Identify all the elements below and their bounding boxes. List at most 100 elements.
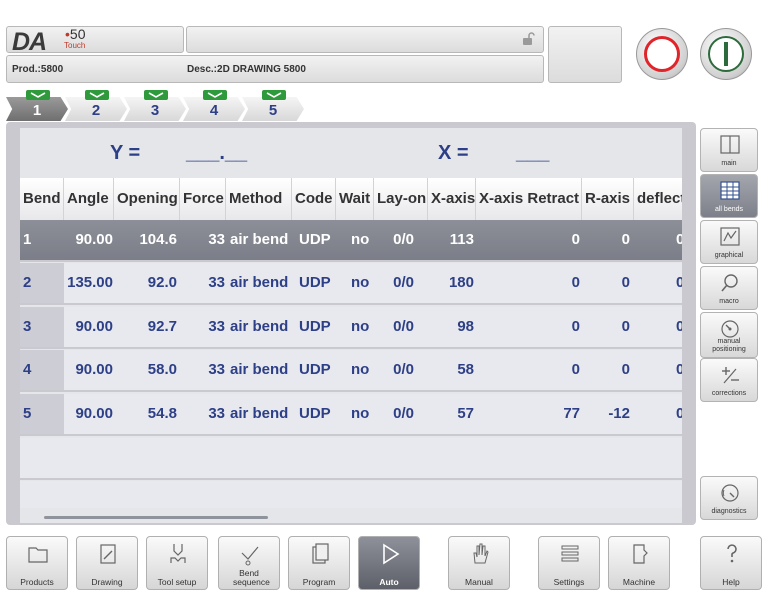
bottom-nav-products[interactable]: Products bbox=[6, 536, 68, 590]
cell-wait: no bbox=[351, 274, 370, 291]
bend-shape-icon bbox=[26, 90, 50, 100]
bottom-nav-help[interactable]: Help bbox=[700, 536, 762, 590]
x-axis-value: ___ bbox=[516, 142, 550, 164]
cell-bend: 5 bbox=[23, 405, 32, 422]
side-nav-all-bends[interactable]: all bends bbox=[700, 174, 758, 218]
play-icon bbox=[378, 541, 402, 567]
machine-icon bbox=[628, 541, 652, 567]
pencil-icon bbox=[96, 541, 120, 567]
table-row[interactable]: 1 90.00 104.6 33 air bend UDP no 0/0 113 0 0 0 bbox=[20, 220, 682, 262]
column-header: R-axis bbox=[582, 178, 634, 220]
bend-tab-number: 5 bbox=[268, 102, 278, 119]
side-nav-label: macro bbox=[719, 298, 739, 305]
bend-tab-3[interactable]: 3 bbox=[124, 90, 186, 121]
bottom-nav-program[interactable]: Program bbox=[288, 536, 350, 590]
product-number: Prod.:5800 bbox=[12, 64, 64, 75]
side-nav-macro[interactable]: macro bbox=[700, 266, 758, 310]
unlock-icon[interactable] bbox=[521, 32, 535, 46]
side-nav-main[interactable]: main bbox=[700, 128, 758, 172]
cell-code: UDP bbox=[299, 405, 331, 422]
column-header: X-axis bbox=[428, 178, 476, 220]
cell-x-axis: 57 bbox=[457, 405, 474, 422]
cell-opening: 54.8 bbox=[147, 405, 177, 422]
bottom-nav-label: Settings bbox=[553, 577, 585, 587]
side-nav-label: corrections bbox=[711, 390, 747, 397]
cell-deflect: 0 bbox=[676, 231, 682, 248]
side-nav-diagnostics[interactable]: diagnostics bbox=[700, 476, 758, 520]
bottom-nav-label: Products bbox=[20, 577, 54, 587]
cell-bend: 2 bbox=[23, 274, 32, 291]
bend-tab-number: 3 bbox=[150, 102, 160, 119]
message-bar bbox=[186, 26, 544, 53]
bottom-nav-manual[interactable]: Manual bbox=[448, 536, 510, 590]
side-nav-graphical[interactable]: graphical bbox=[700, 220, 758, 264]
bottom-nav-bend-sequence[interactable]: Bend sequence bbox=[218, 536, 280, 590]
cell-lay-on: 0/0 bbox=[393, 274, 414, 291]
graphical-icon bbox=[718, 225, 742, 249]
cell-method: air bend bbox=[230, 274, 289, 291]
table-row[interactable]: 4 90.00 58.0 33 air bend UDP no 0/0 58 0 0 0 bbox=[20, 350, 682, 392]
folder-icon bbox=[26, 541, 50, 567]
cell-force: 33 bbox=[208, 274, 225, 291]
product-description: Desc.:2D DRAWING 5800 bbox=[187, 64, 306, 75]
table-row[interactable]: 3 90.00 92.7 33 air bend UDP no 0/0 98 0 0 0 bbox=[20, 307, 682, 349]
cell-r-axis: 0 bbox=[621, 361, 630, 378]
stop-icon bbox=[644, 36, 680, 72]
column-header: Angle bbox=[64, 178, 114, 220]
pages-icon bbox=[308, 541, 332, 567]
side-nav-corrections[interactable]: corrections bbox=[700, 358, 758, 402]
bottom-nav-label: Tool setup bbox=[157, 577, 197, 587]
bend-tab-number: 2 bbox=[91, 102, 101, 119]
cell-wait: no bbox=[351, 405, 370, 422]
bend-tab-4[interactable]: 4 bbox=[183, 90, 245, 121]
bottom-nav-drawing[interactable]: Drawing bbox=[76, 536, 138, 590]
y-axis-label: Y = bbox=[110, 142, 141, 164]
bottom-nav-label: Manual bbox=[465, 577, 493, 587]
side-nav-label: main bbox=[721, 160, 737, 167]
side-nav-manual-positioning[interactable]: manual positioning bbox=[700, 312, 758, 358]
bottom-nav-machine[interactable]: Machine bbox=[608, 536, 670, 590]
bottom-nav-label: Drawing bbox=[91, 577, 123, 587]
empty-row bbox=[20, 438, 682, 480]
list-icon bbox=[558, 541, 582, 567]
bend-tab-2[interactable]: 2 bbox=[65, 90, 127, 121]
table-scrollbar[interactable] bbox=[44, 516, 268, 519]
cell-r-axis: 0 bbox=[621, 274, 630, 291]
cell-lay-on: 0/0 bbox=[393, 405, 414, 422]
column-header: Lay-on bbox=[374, 178, 428, 220]
cell-opening: 58.0 bbox=[147, 361, 177, 378]
table-row[interactable]: 2 135.00 92.0 33 air bend UDP no 0/0 180 0 0 0 bbox=[20, 263, 682, 305]
hand-icon bbox=[468, 541, 492, 567]
empty-row bbox=[20, 481, 682, 508]
gauge-icon bbox=[718, 481, 742, 505]
cell-bend: 4 bbox=[23, 361, 32, 378]
cell-bend: 1 bbox=[23, 231, 32, 248]
cell-force: 33 bbox=[208, 361, 225, 378]
cell-method: air bend bbox=[230, 405, 289, 422]
cell-lay-on: 0/0 bbox=[393, 361, 414, 378]
bottom-nav-auto[interactable]: Auto bbox=[358, 536, 420, 590]
bottom-nav-settings[interactable]: Settings bbox=[538, 536, 600, 590]
side-nav-label: all bends bbox=[714, 206, 744, 213]
cell-deflect: 0 bbox=[676, 274, 682, 291]
bottom-nav-label: Auto bbox=[379, 577, 399, 587]
cell-force: 33 bbox=[208, 405, 225, 422]
bottom-nav-label: Bend sequence bbox=[233, 568, 270, 587]
cell-x-axis-retract: 0 bbox=[571, 274, 580, 291]
column-header: deflect bbox=[634, 178, 682, 220]
table-row[interactable]: 5 90.00 54.8 33 air bend UDP no 0/0 57 77 -12 0 bbox=[20, 394, 682, 436]
cell-x-axis-retract: 0 bbox=[571, 318, 580, 335]
bend-tab-5[interactable]: 5 bbox=[242, 90, 304, 121]
bottom-nav-tool-setup[interactable]: Tool setup bbox=[146, 536, 208, 590]
bend-tab-1[interactable]: 1 bbox=[6, 90, 68, 121]
column-header: Method bbox=[226, 178, 292, 220]
cell-angle: 90.00 bbox=[75, 318, 113, 335]
cell-opening: 104.6 bbox=[139, 231, 177, 248]
cell-r-axis: -12 bbox=[608, 405, 630, 422]
cell-x-axis: 98 bbox=[457, 318, 474, 335]
bend-shape-icon bbox=[262, 90, 286, 100]
brand-model: •50 bbox=[65, 26, 86, 42]
bend-tab-number: 4 bbox=[209, 102, 219, 119]
cell-code: UDP bbox=[299, 231, 331, 248]
cell-code: UDP bbox=[299, 318, 331, 335]
